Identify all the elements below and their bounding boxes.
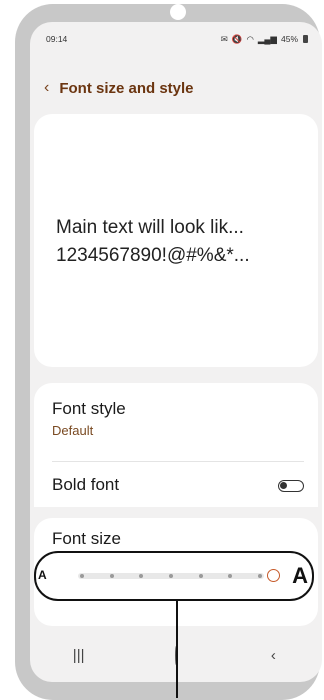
wifi-icon: ◠ — [246, 33, 254, 44]
slider-tick — [80, 574, 84, 578]
notification-icon: ✉ — [220, 33, 228, 44]
slider-tick — [198, 574, 203, 578]
slider-tick — [228, 574, 233, 578]
back-icon[interactable]: ‹ — [253, 647, 293, 664]
font-style-value: Default — [52, 423, 94, 438]
bold-font-label: Bold font — [52, 475, 120, 494]
signal-icon: ▂▄▆ — [257, 33, 277, 44]
status-time: 09:14 — [46, 34, 68, 44]
font-style-label: Font style — [52, 399, 126, 418]
toggle-knob — [280, 482, 287, 489]
divider — [52, 461, 304, 462]
preview-chars-line: 1234567890!@#%&*... — [56, 245, 250, 266]
slider-tick — [258, 574, 262, 578]
status-icons: ✉ 🔇 ◠ ▂▄▆ 45% — [221, 34, 308, 45]
font-size-slider[interactable]: A A — [38, 563, 310, 588]
preview-card: Main text will look lik... 1234567890!@#… — [34, 114, 318, 367]
slider-tick — [109, 574, 114, 578]
camera-notch — [170, 4, 186, 20]
preview-text-line: Main text will look lik... — [56, 217, 244, 238]
recents-icon[interactable]: ||| — [59, 647, 99, 664]
battery-text: 45% — [280, 34, 298, 44]
large-a-label: A — [292, 563, 308, 588]
slider-tick — [139, 574, 144, 578]
small-a-label: A — [38, 568, 47, 582]
chevron-left-icon[interactable]: ‹ — [44, 80, 49, 96]
title-bar: ‹ Font size and style — [44, 78, 194, 98]
font-size-label: Font size — [52, 529, 121, 548]
settings-card: Font style Default Bold font — [34, 383, 318, 507]
page-title: Font size and style — [59, 79, 194, 97]
slider-track[interactable] — [78, 573, 264, 579]
battery-icon — [303, 35, 308, 43]
mute-icon: 🔇 — [231, 33, 243, 44]
slider-tick — [169, 574, 173, 578]
status-bar: 09:14 ✉ 🔇 ◠ ▂▄▆ 45% — [46, 32, 308, 46]
bold-font-toggle[interactable] — [278, 480, 304, 492]
annotation-pointer-line — [176, 601, 178, 698]
slider-thumb[interactable] — [267, 569, 280, 582]
